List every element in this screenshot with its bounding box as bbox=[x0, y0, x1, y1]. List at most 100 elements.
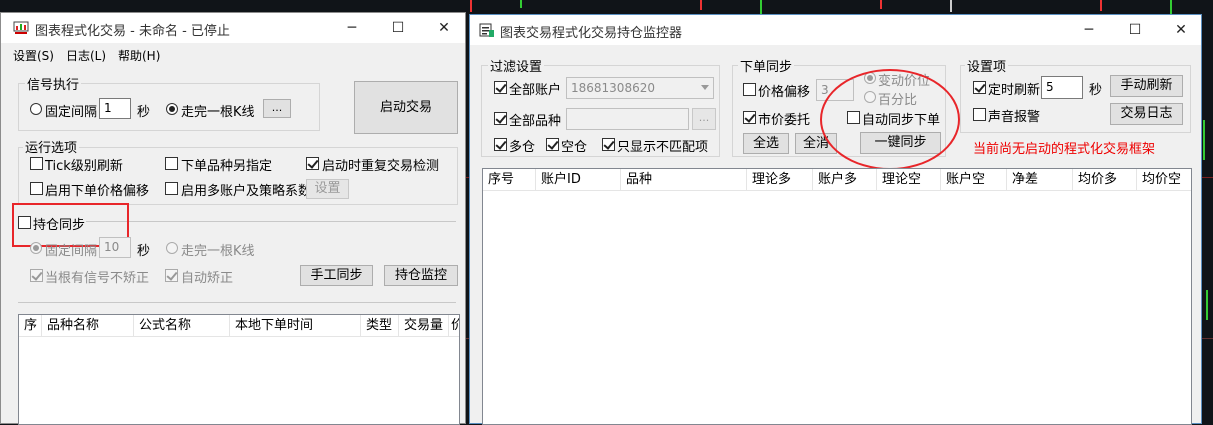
no-correct-checkbox[interactable] bbox=[30, 269, 43, 282]
monitor-window: 图表交易程式化交易持仓监控器 ─ ☐ ✕ 过滤设置 全部账户 186813086… bbox=[469, 14, 1202, 425]
th-avg-long[interactable]: 均价多 bbox=[1073, 169, 1137, 191]
th-index[interactable]: 序 bbox=[19, 315, 42, 337]
monitor-window-title: 图表交易程式化交易持仓监控器 bbox=[500, 26, 683, 41]
order-symbol-checkbox[interactable] bbox=[165, 157, 178, 170]
long-checkbox[interactable] bbox=[494, 138, 507, 151]
menu-log[interactable]: 日志(L) bbox=[66, 47, 106, 64]
all-symbols-checkbox[interactable] bbox=[494, 112, 507, 125]
maximize-button[interactable]: ☐ bbox=[375, 13, 421, 43]
order-symbol-label: 下单品种另指定 bbox=[181, 159, 273, 174]
close-button[interactable]: ✕ bbox=[421, 13, 467, 43]
price-offset-checkbox[interactable] bbox=[30, 182, 43, 195]
th-volume[interactable]: 交易量 bbox=[399, 315, 449, 337]
order-sync-label: 下单同步 bbox=[738, 56, 795, 75]
short-label: 空仓 bbox=[561, 140, 588, 155]
bar-complete-radio[interactable] bbox=[166, 103, 178, 115]
th-type[interactable]: 类型 bbox=[361, 315, 399, 337]
run-options-label: 运行选项 bbox=[23, 137, 80, 156]
settings-group-label: 设置项 bbox=[965, 56, 1009, 75]
main-titlebar: 图表程式化交易 - 未命名 - 已停止 ─ ☐ ✕ bbox=[1, 13, 465, 43]
timed-refresh-checkbox[interactable] bbox=[973, 81, 986, 94]
main-window: 图表程式化交易 - 未命名 - 已停止 ─ ☐ ✕ 设置(S) 日志(L) 帮助… bbox=[0, 12, 466, 425]
seconds-unit-label: 秒 bbox=[137, 105, 151, 120]
multi-account-checkbox[interactable] bbox=[165, 182, 178, 195]
sync-bar-complete-radio[interactable] bbox=[166, 242, 178, 254]
price-offset-label: 启用下单价格偏移 bbox=[45, 184, 150, 199]
trade-log-button[interactable]: 交易日志 bbox=[1110, 103, 1183, 125]
fixed-interval-radio[interactable] bbox=[30, 103, 42, 115]
account-select[interactable]: 18681308620 bbox=[566, 77, 714, 99]
short-checkbox[interactable] bbox=[546, 138, 559, 151]
th-net-diff[interactable]: 净差 bbox=[1007, 169, 1073, 191]
auto-correct-checkbox[interactable] bbox=[165, 269, 178, 282]
market-order-label: 市价委托 bbox=[758, 113, 811, 128]
manual-refresh-button[interactable]: 手动刷新 bbox=[1110, 75, 1183, 97]
th-formula-name[interactable]: 公式名称 bbox=[134, 315, 230, 337]
signal-group-label: 信号执行 bbox=[25, 74, 82, 93]
symbol-input[interactable] bbox=[566, 108, 689, 130]
monitor-minimize-button[interactable]: ─ bbox=[1066, 15, 1112, 45]
start-trading-button[interactable]: 启动交易 bbox=[354, 81, 458, 134]
restart-check-label: 启动时重复交易检测 bbox=[322, 159, 440, 174]
tick-refresh-checkbox[interactable] bbox=[30, 157, 43, 170]
monitor-close-button[interactable]: ✕ bbox=[1158, 15, 1204, 45]
select-all-button[interactable]: 全选 bbox=[743, 133, 789, 154]
monitor-maximize-button[interactable]: ☐ bbox=[1112, 15, 1158, 45]
position-sync-divider bbox=[86, 221, 456, 222]
minimize-button[interactable]: ─ bbox=[329, 13, 375, 43]
price-offset-label-2: 价格偏移 bbox=[758, 85, 811, 100]
sound-alarm-label: 声音报警 bbox=[988, 110, 1041, 125]
menu-settings[interactable]: 设置(S) bbox=[13, 47, 54, 64]
mismatch-only-checkbox[interactable] bbox=[602, 138, 615, 151]
manual-sync-button[interactable]: 手工同步 bbox=[300, 265, 373, 286]
sync-bar-complete-label: 走完一根K线 bbox=[181, 244, 255, 259]
th-theory-short[interactable]: 理论空 bbox=[877, 169, 941, 191]
signal-table[interactable]: 序 品种名称 公式名称 本地下单时间 类型 交易量 价 bbox=[18, 314, 460, 425]
main-window-title: 图表程式化交易 - 未命名 - 已停止 bbox=[35, 24, 230, 39]
position-table[interactable]: 序号 账户ID 品种 理论多 账户多 理论空 账户空 净差 均价多 均价空 bbox=[482, 168, 1192, 425]
multi-account-label: 启用多账户及策略系数 bbox=[181, 184, 312, 199]
th-theory-long[interactable]: 理论多 bbox=[747, 169, 813, 191]
timed-refresh-label: 定时刷新 bbox=[988, 83, 1041, 98]
restart-check-checkbox[interactable] bbox=[306, 157, 319, 170]
th-avg-short[interactable]: 均价空 bbox=[1137, 169, 1191, 191]
bar-complete-label: 走完一根K线 bbox=[181, 105, 255, 120]
th-account-short[interactable]: 账户空 bbox=[941, 169, 1007, 191]
dropdown-arrow-icon bbox=[701, 85, 709, 90]
auto-correct-label: 自动矫正 bbox=[181, 271, 234, 286]
all-accounts-label: 全部账户 bbox=[509, 83, 562, 98]
app-icon bbox=[13, 21, 29, 34]
no-correct-label: 当根有信号不矫正 bbox=[45, 271, 150, 286]
all-accounts-checkbox[interactable] bbox=[494, 81, 507, 94]
account-select-value: 18681308620 bbox=[571, 81, 655, 95]
sync-fixed-interval-label: 固定间隔 bbox=[45, 244, 98, 259]
position-monitor-button[interactable]: 持仓监控 bbox=[384, 265, 458, 286]
monitor-app-icon bbox=[479, 23, 494, 37]
signal-interval-input[interactable]: 1 bbox=[99, 98, 131, 119]
mismatch-only-label: 只显示不匹配项 bbox=[617, 140, 709, 155]
price-offset-checkbox-2[interactable] bbox=[743, 83, 756, 96]
th-account-id[interactable]: 账户ID bbox=[536, 169, 621, 191]
symbol-dots-button[interactable]: ... bbox=[692, 108, 716, 130]
menu-help[interactable]: 帮助(H) bbox=[118, 47, 160, 64]
th-serial[interactable]: 序号 bbox=[483, 169, 536, 191]
th-local-order-time[interactable]: 本地下单时间 bbox=[230, 315, 361, 337]
refresh-seconds-unit: 秒 bbox=[1089, 83, 1103, 98]
th-price[interactable]: 价 bbox=[449, 315, 459, 337]
highlight-oval bbox=[820, 69, 960, 170]
fixed-interval-label: 固定间隔 bbox=[45, 105, 98, 120]
th-symbol-name[interactable]: 品种名称 bbox=[42, 315, 134, 337]
sync-fixed-interval-radio[interactable] bbox=[30, 242, 42, 254]
filter-group-label: 过滤设置 bbox=[488, 56, 545, 75]
refresh-interval-input[interactable]: 5 bbox=[1041, 76, 1083, 99]
th-symbol[interactable]: 品种 bbox=[621, 169, 747, 191]
settings-button[interactable]: 设置 bbox=[306, 179, 349, 199]
sound-alarm-checkbox[interactable] bbox=[973, 108, 986, 121]
th-account-long[interactable]: 账户多 bbox=[813, 169, 877, 191]
menu-bar: 设置(S) 日志(L) 帮助(H) bbox=[1, 43, 465, 65]
market-order-checkbox[interactable] bbox=[743, 111, 756, 124]
signal-dots-button[interactable]: ... bbox=[263, 99, 291, 118]
table-divider bbox=[18, 302, 456, 303]
sync-interval-input[interactable]: 10 bbox=[99, 237, 131, 258]
monitor-titlebar: 图表交易程式化交易持仓监控器 ─ ☐ ✕ bbox=[470, 15, 1201, 45]
